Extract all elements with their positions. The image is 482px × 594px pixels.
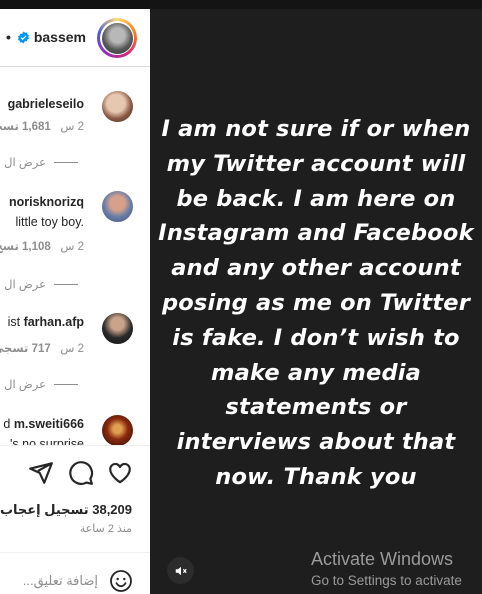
post-author[interactable]: • bassem: [6, 29, 86, 45]
add-comment-bar: إضافة تعليق...: [0, 552, 150, 594]
likes-summary[interactable]: 38,209 تسجيل إعجاب: [0, 502, 132, 518]
likes-count: 38,209: [92, 502, 132, 517]
comment-username[interactable]: ist farhan.afp: [8, 315, 84, 329]
view-replies[interactable]: عرض ال: [0, 155, 78, 169]
replies-line: [54, 384, 78, 386]
comment-item: gabrieleseilo 2 س 1,681 تسجي عرض ال: [0, 91, 150, 169]
story-view: I am not sure if or when my Twitter acco…: [150, 0, 482, 594]
commenter-avatar[interactable]: [102, 415, 133, 446]
comment-likes: 1,681: [21, 121, 51, 133]
comment-username-text: farhan.afp: [23, 315, 84, 329]
view-replies-label: عرض ال: [4, 157, 46, 169]
comment-likes-word: تسجي: [0, 121, 19, 133]
likes-label: تسجيل إعجاب: [0, 502, 89, 517]
comment-input[interactable]: إضافة تعليق...: [23, 573, 98, 589]
post-username: bassem: [33, 29, 86, 45]
commenter-avatar[interactable]: [102, 91, 133, 122]
comment-meta: 2 س 1,108 تسج: [0, 239, 84, 253]
commenter-avatar[interactable]: [102, 313, 133, 344]
post-panel: • bassem gabrieleseilo 2 س 1,681 تسجي عر…: [0, 9, 150, 594]
comment-likes-word: تسج: [0, 241, 19, 253]
comment-prefix: d: [3, 417, 11, 431]
view-replies-label: عرض ال: [4, 279, 46, 291]
comment-text: little toy boy.: [15, 215, 84, 229]
view-replies[interactable]: عرض ال: [0, 377, 78, 391]
comment-item: d m.sweiti666 's no surprise: [0, 415, 150, 451]
muted-speaker-icon: [175, 566, 187, 575]
comment-meta: 2 س 1,681 تسجي: [0, 119, 84, 133]
author-avatar-image: [101, 22, 133, 54]
comment-username-text: m.sweiti666: [13, 417, 84, 431]
comment-username[interactable]: norisknorizq: [9, 195, 84, 209]
post-header: • bassem: [0, 9, 150, 67]
story-top-strip: [150, 0, 482, 9]
mute-button[interactable]: [167, 557, 194, 584]
comment-time: 2 س: [60, 241, 84, 253]
comment-likes: 717: [31, 343, 51, 355]
comment-likes: 1,108: [21, 241, 51, 253]
comment-likes-word: تسجي: [0, 343, 29, 355]
emoji-icon[interactable]: [109, 569, 133, 593]
verified-badge-icon: [17, 31, 29, 44]
comment-prefix: ist: [7, 315, 21, 329]
comment-username[interactable]: gabrieleseilo: [8, 97, 84, 111]
author-avatar[interactable]: [97, 18, 137, 58]
share-icon[interactable]: [28, 460, 54, 486]
comment-meta: 2 س 717 تسجي: [0, 341, 84, 355]
watermark-subtitle: Go to Settings to activate: [311, 573, 462, 588]
comment-time: 2 س: [60, 121, 84, 133]
post-time: منذ 2 ساعة: [79, 523, 132, 535]
commenter-avatar[interactable]: [102, 191, 133, 222]
activate-windows-watermark: Activate Windows Go to Settings to activ…: [311, 548, 462, 590]
view-replies-label: عرض ال: [4, 379, 46, 391]
replies-line: [54, 284, 78, 286]
replies-line: [54, 162, 78, 164]
story-text: I am not sure if or when my Twitter acco…: [158, 116, 474, 490]
comment-icon[interactable]: [68, 460, 94, 486]
comment-username[interactable]: d m.sweiti666: [3, 417, 84, 431]
comment-item: norisknorizq little toy boy. 2 س 1,108 ت…: [0, 191, 150, 295]
watermark-title: Activate Windows: [311, 549, 454, 569]
comment-item: ist farhan.afp 2 س 717 تسجي عرض ال: [0, 313, 150, 395]
heart-icon[interactable]: [107, 460, 133, 486]
separator-dot: •: [5, 29, 11, 45]
view-replies[interactable]: عرض ال: [0, 277, 78, 291]
comment-time: 2 س: [60, 343, 84, 355]
post-actions: 38,209 تسجيل إعجاب منذ 2 ساعة إضافة تعلي…: [0, 445, 150, 594]
